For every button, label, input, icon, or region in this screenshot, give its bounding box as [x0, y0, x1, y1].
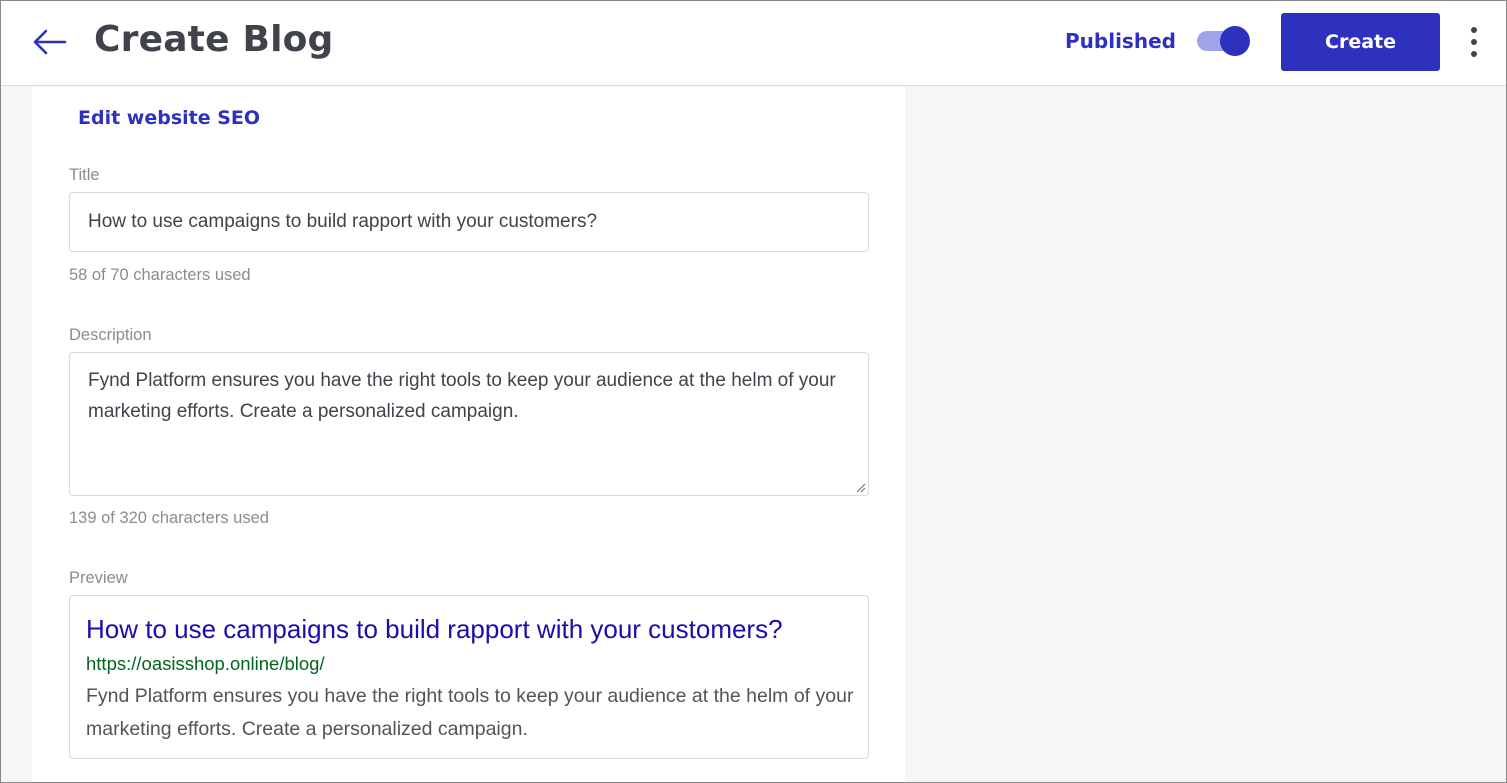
search-preview: How to use campaigns to build rapport wi… — [69, 595, 869, 759]
kebab-menu-icon — [1471, 27, 1477, 33]
back-button[interactable] — [29, 25, 69, 59]
page-title: Create Blog — [94, 19, 334, 60]
description-textarea-value: Fynd Platform ensures you have the right… — [88, 370, 836, 422]
description-char-count: 139 of 320 characters used — [69, 509, 269, 527]
preview-title: How to use campaigns to build rapport wi… — [86, 614, 783, 644]
create-button[interactable]: Create — [1281, 13, 1440, 71]
published-label: Published — [1065, 29, 1176, 53]
description-label: Description — [69, 326, 152, 344]
preview-url: https://oasisshop.online/blog/ — [86, 653, 325, 674]
title-input-value: How to use campaigns to build rapport wi… — [88, 211, 598, 232]
more-options-button[interactable] — [1463, 25, 1485, 59]
description-textarea[interactable]: Fynd Platform ensures you have the right… — [69, 352, 869, 496]
title-label: Title — [69, 166, 100, 184]
app-window: Create Blog Published Create Edit websit… — [0, 0, 1507, 783]
toggle-knob — [1220, 26, 1250, 56]
arrow-left-icon — [33, 29, 67, 55]
resize-handle-icon[interactable] — [854, 481, 866, 493]
kebab-menu-icon — [1471, 51, 1477, 57]
edit-website-seo-link[interactable]: Edit website SEO — [78, 107, 260, 129]
preview-description: Fynd Platform ensures you have the right… — [86, 685, 854, 740]
kebab-menu-icon — [1471, 39, 1477, 45]
title-input[interactable]: How to use campaigns to build rapport wi… — [69, 192, 869, 252]
seo-panel: Edit website SEO Title How to use campai… — [32, 87, 905, 782]
published-toggle[interactable] — [1196, 26, 1250, 56]
preview-label: Preview — [69, 569, 128, 587]
title-char-count: 58 of 70 characters used — [69, 266, 251, 284]
top-bar: Create Blog Published Create — [1, 1, 1506, 86]
